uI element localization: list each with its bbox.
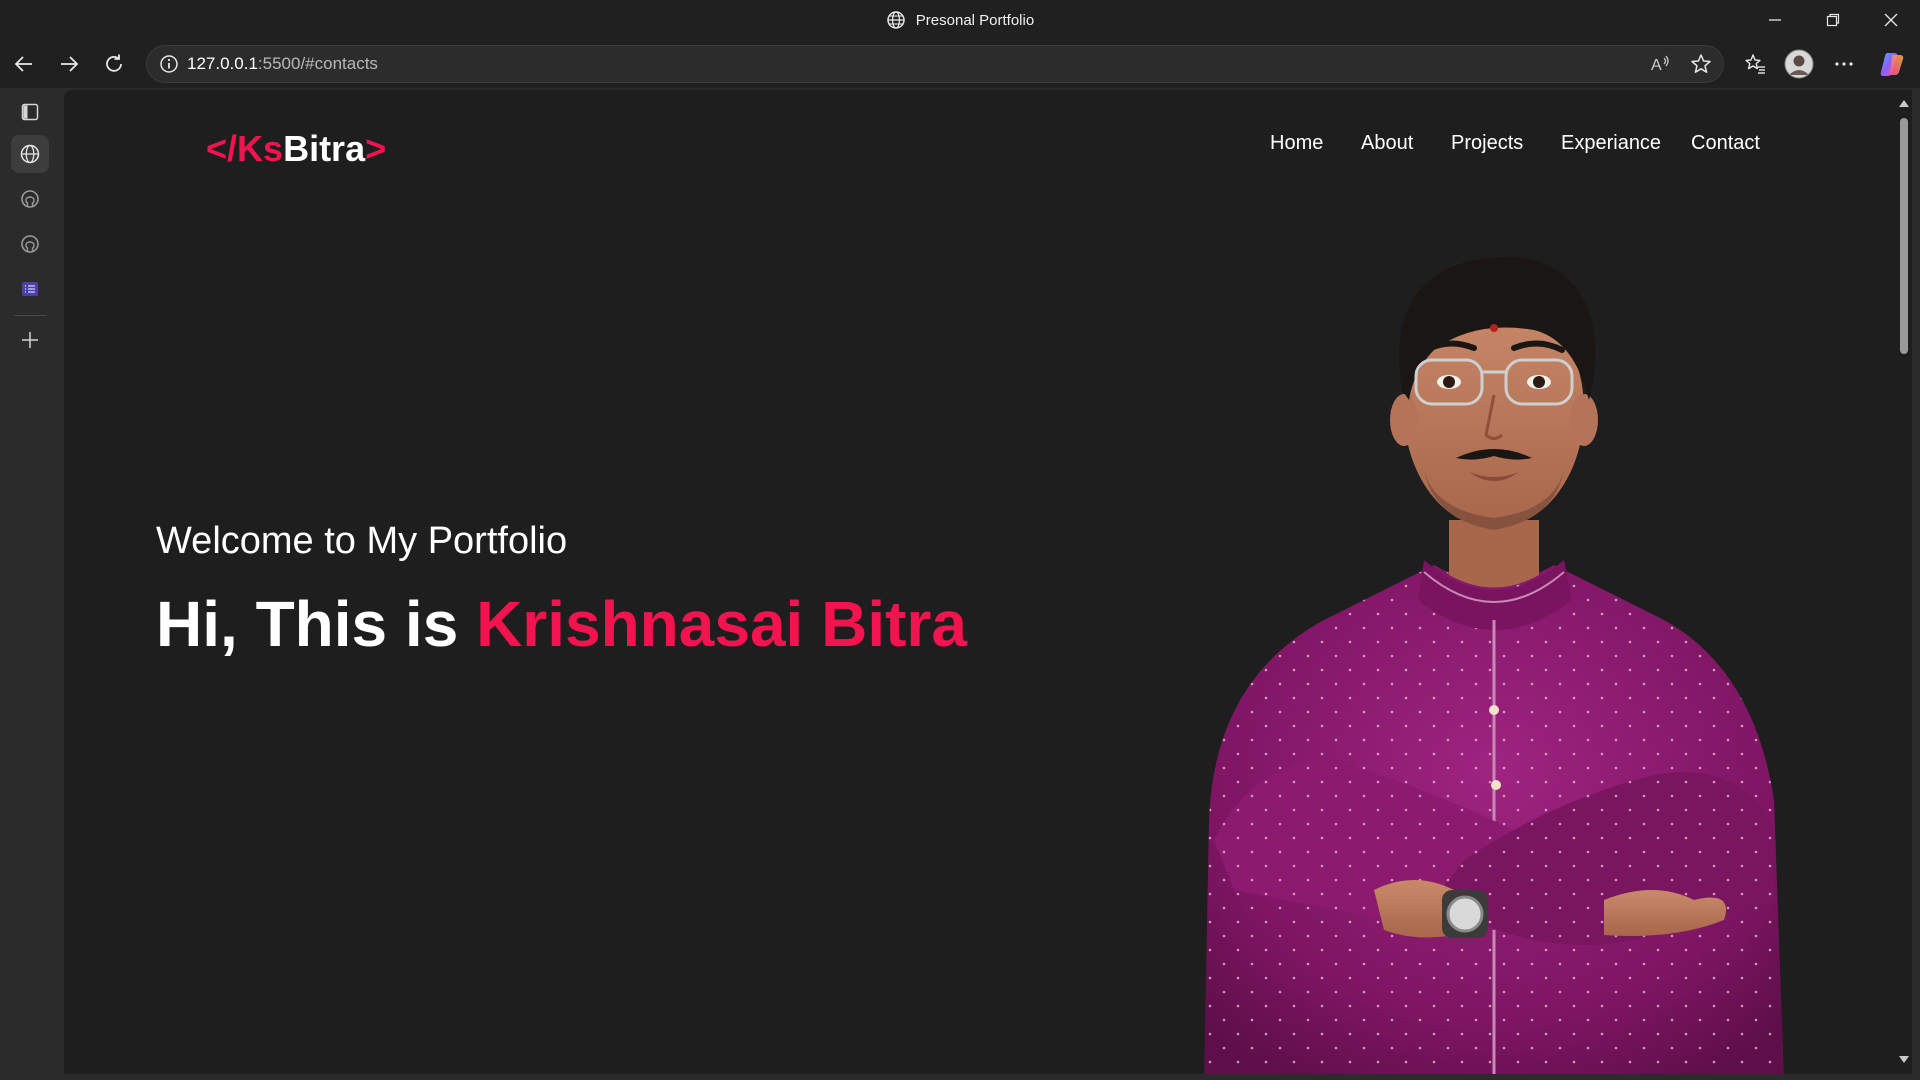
more-options-icon (1835, 62, 1853, 66)
window-title: Presonal Portfolio (915, 11, 1035, 29)
site-info-button[interactable] (151, 46, 187, 82)
profile-button[interactable] (1781, 46, 1817, 82)
url-path: :5500/#contacts (257, 54, 378, 73)
add-tab-button[interactable] (11, 321, 49, 359)
globe-icon (887, 11, 905, 29)
forward-arrow-icon (61, 56, 79, 72)
tab-github-2[interactable] (11, 225, 49, 263)
star-icon (1691, 54, 1711, 73)
close-button[interactable] (1862, 0, 1920, 40)
nav-link-about[interactable]: About (1361, 132, 1413, 155)
close-icon (1884, 13, 1898, 27)
globe-icon (20, 144, 40, 164)
tab-portfolio[interactable] (11, 135, 49, 173)
site-logo[interactable]: </KsBitra> (206, 128, 386, 170)
restore-button[interactable] (1804, 0, 1862, 40)
read-aloud-button[interactable]: A (1643, 46, 1679, 82)
favorites-button[interactable] (1737, 46, 1773, 82)
plus-icon (22, 332, 38, 348)
info-icon (160, 55, 178, 73)
back-button[interactable] (6, 46, 42, 82)
nav-link-experiance[interactable]: Experiance (1561, 132, 1661, 155)
hero-greeting: Hi, This is (156, 588, 459, 660)
read-aloud-icon: A (1651, 55, 1669, 74)
url-text[interactable]: 127.0.0.1:5500/#contacts (187, 46, 378, 82)
nav-link-projects[interactable]: Projects (1451, 132, 1523, 155)
scroll-down-arrow-icon[interactable] (1899, 1056, 1909, 1063)
settings-more-button[interactable] (1826, 46, 1862, 82)
sidebar-toggle-icon (21, 103, 39, 121)
scroll-thumb[interactable] (1900, 118, 1908, 354)
github-icon (21, 190, 39, 208)
sidebar-toggle-button[interactable] (11, 93, 49, 131)
welcome-heading: Welcome to My Portfolio (156, 520, 568, 562)
minimize-icon (1769, 19, 1781, 21)
window-title-area: Presonal Portfolio (0, 0, 1920, 40)
logo-bracket-open: </ (206, 128, 238, 169)
minimize-button[interactable] (1746, 0, 1804, 40)
logo-itra: itra (309, 128, 366, 169)
nav-link-contact[interactable]: Contact (1691, 132, 1760, 155)
copilot-button[interactable] (1874, 46, 1910, 82)
address-bar[interactable]: 127.0.0.1:5500/#contacts A (146, 45, 1724, 83)
copilot-icon (1880, 53, 1904, 76)
page-viewport: </KsBitra> Home About Projects Experianc… (64, 90, 1904, 1074)
profile-photo (1204, 256, 1784, 1074)
svg-text:A: A (1651, 57, 1662, 74)
github-icon (21, 235, 39, 253)
title-bar: Presonal Portfolio (0, 0, 1920, 40)
tab-github-1[interactable] (11, 180, 49, 218)
avatar (1784, 49, 1814, 79)
nav-link-home[interactable]: Home (1270, 132, 1323, 155)
url-host: 127.0.0.1 (187, 54, 258, 73)
rail-divider (14, 315, 46, 316)
hero-name: Krishnasai Bitra (476, 588, 967, 660)
hero-heading: Hi, This is Krishnasai Bitra (156, 587, 967, 661)
logo-b: B (283, 128, 310, 169)
refresh-icon (106, 54, 122, 72)
favorite-star-button[interactable] (1683, 46, 1719, 82)
favorites-list-icon (1745, 54, 1765, 74)
browser-toolbar: 127.0.0.1:5500/#contacts A (0, 40, 1920, 88)
back-arrow-icon (14, 56, 32, 72)
forward-button[interactable] (51, 46, 87, 82)
list-icon (22, 282, 38, 296)
vertical-side-rail (0, 88, 62, 1080)
logo-bracket-close: > (365, 128, 387, 169)
scroll-up-arrow-icon[interactable] (1899, 100, 1909, 107)
refresh-button[interactable] (96, 46, 132, 82)
logo-ks: Ks (237, 128, 284, 169)
vertical-scrollbar[interactable] (1896, 90, 1912, 1074)
restore-icon (1826, 13, 1840, 27)
tab-list-app[interactable] (11, 270, 49, 308)
